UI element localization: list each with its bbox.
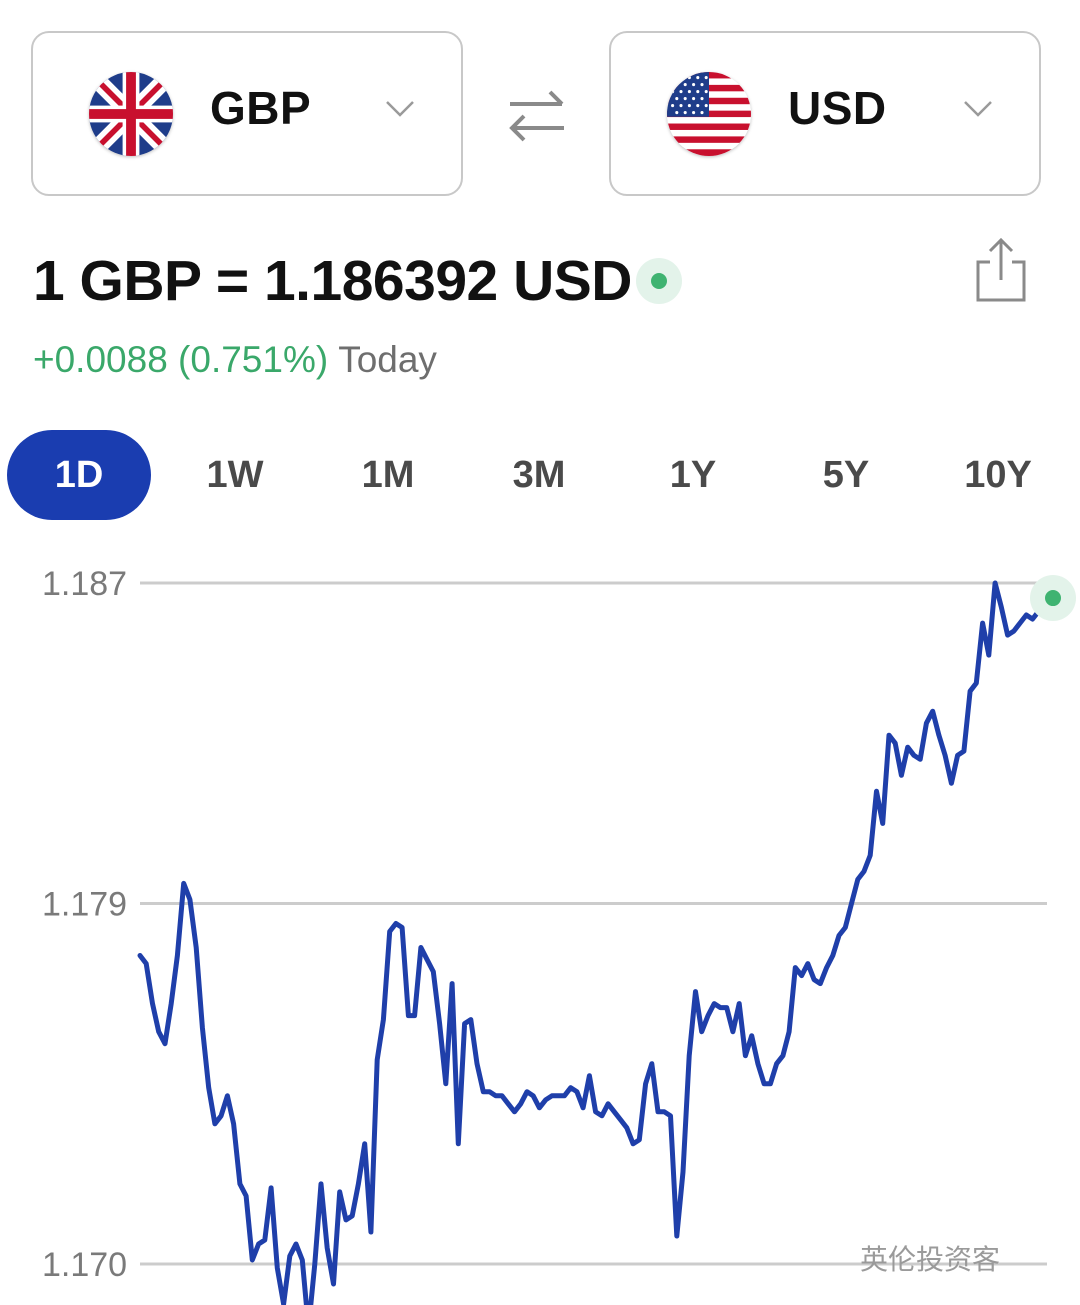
y-tick-label: 1.187 <box>42 565 127 603</box>
watermark: 英伦投资客 <box>860 1244 1001 1275</box>
tab-1w[interactable]: 1W <box>165 430 305 520</box>
y-axis-ticks: 1.187 1.179 1.170 <box>42 565 127 1284</box>
uk-flag-icon <box>89 72 173 156</box>
swap-arrows-icon[interactable] <box>506 86 568 146</box>
tab-1y[interactable]: 1Y <box>623 430 763 520</box>
exchange-rate: 1 GBP = 1.186392 USD <box>33 249 632 313</box>
tab-10y[interactable]: 10Y <box>928 430 1068 520</box>
y-tick-label: 1.179 <box>42 885 127 923</box>
series-line <box>137 580 1048 1305</box>
rate-line-chart: 1.187 1.179 1.170 <box>42 565 1076 1305</box>
tab-5y[interactable]: 5Y <box>776 430 916 520</box>
quote-currency-code: USD <box>788 82 887 134</box>
tab-1d[interactable]: 1D <box>7 430 151 520</box>
time-range-tabs: 1D 1W 1M 3M 1Y 5Y 10Y <box>0 430 1080 520</box>
quote-currency-selector[interactable]: USD <box>609 31 1041 196</box>
tab-3m[interactable]: 3M <box>469 430 609 520</box>
y-tick-label: 1.170 <box>42 1246 127 1284</box>
last-point-marker <box>1045 590 1061 607</box>
base-currency-code: GBP <box>210 82 312 134</box>
chevron-down-icon <box>964 101 992 117</box>
rate-change-period: Today <box>338 339 437 380</box>
us-flag-icon <box>667 72 751 156</box>
tab-1m[interactable]: 1M <box>318 430 458 520</box>
live-indicator <box>636 258 682 304</box>
rate-change-row: +0.0088 (0.751%) Today <box>33 339 437 381</box>
rate-change-value: +0.0088 (0.751%) <box>33 339 329 380</box>
share-icon[interactable] <box>972 236 1030 304</box>
chevron-down-icon <box>386 101 414 117</box>
base-currency-selector[interactable]: GBP <box>31 31 463 196</box>
grid-lines <box>140 581 1047 1266</box>
